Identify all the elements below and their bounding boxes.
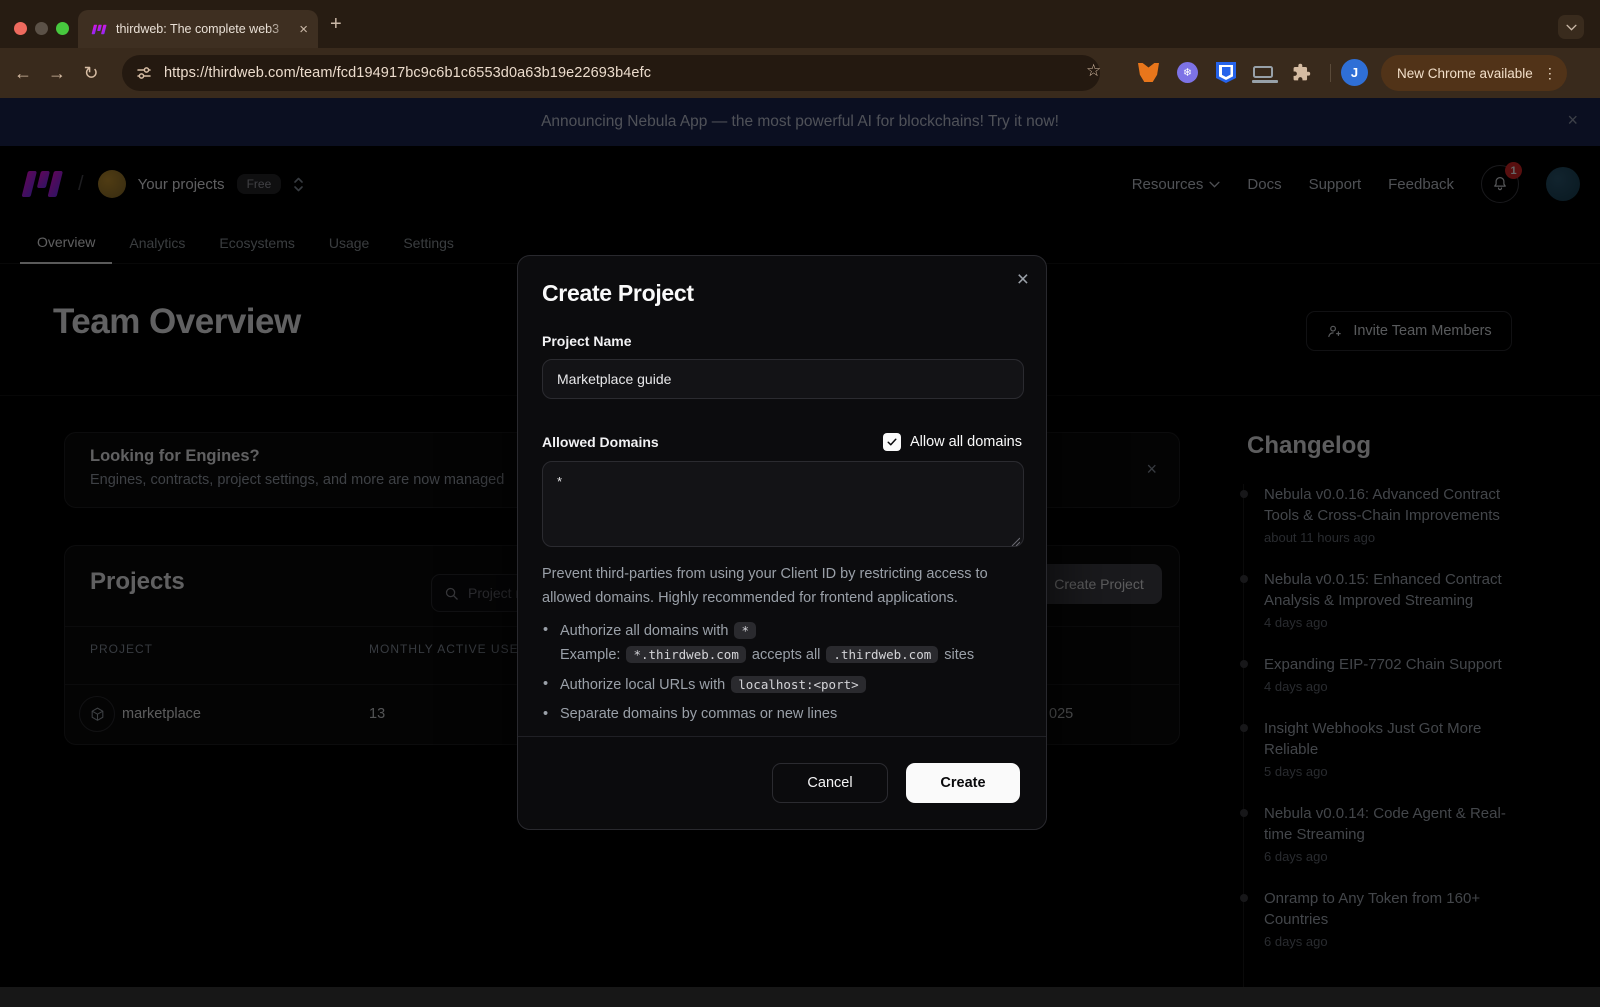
allowed-domains-textarea[interactable]: *: [543, 462, 1023, 546]
tab-title-fade: [267, 22, 293, 36]
modal-close-icon[interactable]: ×: [1017, 268, 1029, 292]
create-button[interactable]: Create: [906, 763, 1020, 803]
macos-close-button[interactable]: [14, 22, 27, 35]
toolbar-divider: [1330, 64, 1331, 82]
chevron-down-icon: [1566, 24, 1577, 31]
metamask-extension-icon[interactable]: [1138, 63, 1159, 82]
browser-toolbar: ← → ↻ https://thirdweb.com/team/fcd19491…: [0, 48, 1600, 98]
macos-zoom-button[interactable]: [56, 22, 69, 35]
tab-title: thirdweb: The complete web3: [116, 22, 293, 36]
domains-help-text: Prevent third-parties from using your Cl…: [542, 562, 1024, 610]
project-name-input[interactable]: [542, 359, 1024, 399]
chrome-update-button[interactable]: New Chrome available ⋮: [1381, 55, 1567, 91]
create-project-modal: × Create Project Project Name Allowed Do…: [517, 255, 1047, 830]
code-chip: .thirdweb.com: [826, 646, 938, 663]
tip-all-domains: Authorize all domains with * Example: *.…: [542, 619, 1022, 667]
reload-button[interactable]: ↻: [74, 63, 108, 84]
browser-tabstrip: thirdweb: The complete web3 × +: [0, 0, 1600, 48]
bookmark-star-icon[interactable]: ☆: [1086, 61, 1101, 81]
domains-tips-list: Authorize all domains with * Example: *.…: [542, 619, 1022, 726]
browser-tab[interactable]: thirdweb: The complete web3 ×: [78, 10, 318, 48]
modal-footer: Cancel Create: [518, 736, 1046, 829]
allow-all-domains-label: Allow all domains: [910, 434, 1022, 450]
macos-minimize-button[interactable]: [35, 22, 48, 35]
browser-profile-avatar[interactable]: J: [1341, 59, 1368, 86]
code-chip: *: [734, 622, 756, 639]
checkbox-checked-icon[interactable]: [883, 433, 901, 451]
address-bar[interactable]: https://thirdweb.com/team/fcd194917bc9c6…: [122, 55, 1100, 91]
back-button[interactable]: ←: [6, 63, 40, 84]
browser-menu-icon[interactable]: ⋮: [1543, 65, 1557, 82]
code-chip: localhost:<port>: [731, 676, 865, 693]
screen: thirdweb: The complete web3 × + ← → ↻ ht…: [0, 0, 1600, 1007]
allowed-domains-field: *: [542, 461, 1024, 547]
bitwarden-extension-icon[interactable]: [1216, 62, 1236, 83]
extensions-puzzle-icon[interactable]: [1292, 63, 1311, 87]
site-info-icon[interactable]: [136, 65, 152, 81]
url-text: https://thirdweb.com/team/fcd194917bc9c6…: [164, 65, 651, 81]
wallet-extension-icon[interactable]: ❄: [1177, 62, 1198, 83]
cancel-button[interactable]: Cancel: [772, 763, 888, 803]
tab-close-icon[interactable]: ×: [299, 21, 308, 38]
thirdweb-favicon-icon: [91, 24, 107, 35]
resize-handle-icon[interactable]: [1010, 533, 1020, 543]
code-chip: *.thirdweb.com: [626, 646, 745, 663]
tip-separators: Separate domains by commas or new lines: [542, 703, 1022, 726]
tab-search-button[interactable]: [1558, 15, 1584, 39]
allowed-domains-label: Allowed Domains: [542, 434, 659, 450]
modal-title: Create Project: [542, 280, 1022, 307]
tip-local-urls: Authorize local URLs with localhost:<por…: [542, 673, 1022, 697]
screen-share-extension-icon[interactable]: [1253, 66, 1273, 78]
project-name-label: Project Name: [542, 333, 1022, 349]
new-tab-button[interactable]: +: [330, 14, 342, 34]
forward-button[interactable]: →: [40, 63, 74, 84]
allow-all-domains-toggle[interactable]: Allow all domains: [883, 433, 1022, 451]
